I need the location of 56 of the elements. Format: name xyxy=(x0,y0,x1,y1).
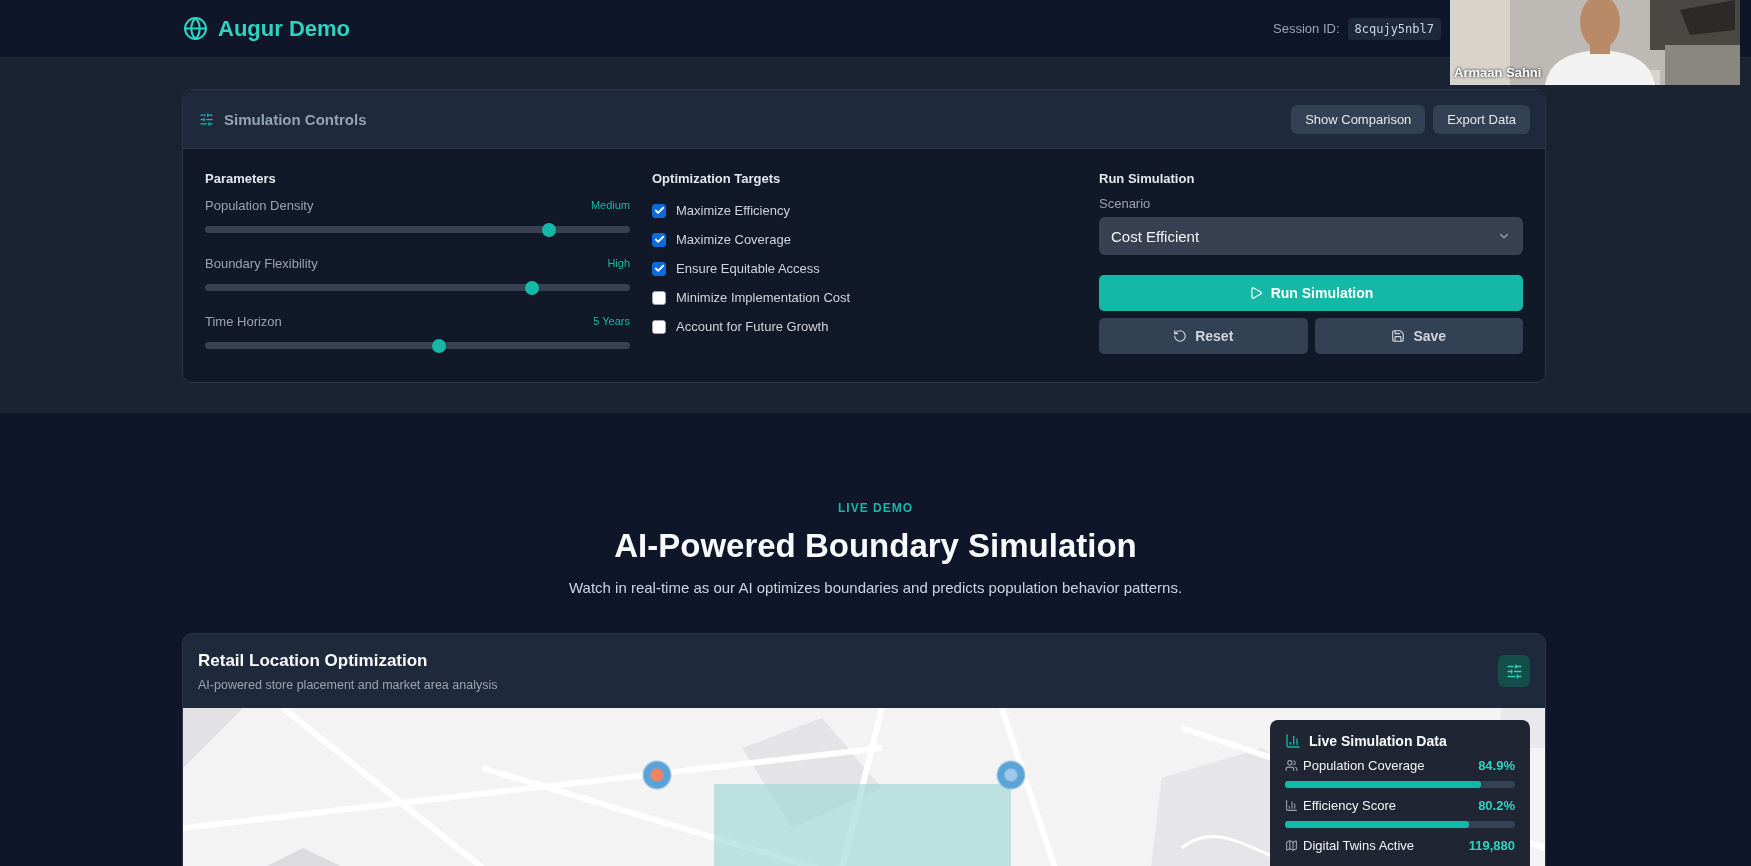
bar-chart-icon xyxy=(1285,733,1301,749)
header-button[interactable]: Show Comparison xyxy=(1291,104,1426,134)
session-label: Session ID: xyxy=(1273,21,1340,36)
card-subtitle: AI-powered store placement and market area analysis xyxy=(198,677,498,692)
checkbox[interactable] xyxy=(652,290,666,305)
section-heading: Run Simulation xyxy=(1099,171,1196,186)
metric-label: Population Coverage xyxy=(1303,758,1425,773)
bar-chart-icon xyxy=(1285,799,1298,812)
slider-reading: High xyxy=(607,257,630,269)
globe-icon xyxy=(183,16,208,41)
slider-label: Population Density xyxy=(205,197,314,213)
card-title: Retail Location Optimization xyxy=(198,650,429,671)
checkbox[interactable] xyxy=(652,261,666,276)
slider-thumb[interactable] xyxy=(525,280,540,295)
sliders-icon xyxy=(199,111,214,127)
sliders-icon xyxy=(1505,662,1523,680)
participant-name: Armaan Sahni xyxy=(1454,65,1542,80)
play-icon xyxy=(1248,286,1263,300)
checkbox-label: Maximize Coverage xyxy=(676,232,791,247)
metric-label: Efficiency Score xyxy=(1303,798,1396,813)
section-heading: Parameters xyxy=(205,171,277,186)
checkbox[interactable] xyxy=(652,319,666,334)
metric-label: Digital Twins Active xyxy=(1303,838,1415,853)
metric-value: 80.2% xyxy=(1478,798,1515,813)
checkbox-label: Account for Future Growth xyxy=(676,319,829,334)
panel-title: Live Simulation Data xyxy=(1309,733,1447,749)
settings-button[interactable] xyxy=(1498,655,1530,687)
header-button[interactable]: Export Data xyxy=(1433,104,1530,134)
field-label: Scenario xyxy=(1099,196,1152,211)
scenario-select[interactable]: Cost Efficient xyxy=(1099,217,1523,255)
slider-label: Time Horizon xyxy=(205,313,282,329)
metric-value: 119,880 xyxy=(1468,838,1515,853)
metric-value: 84.9% xyxy=(1478,758,1515,773)
checkbox-label: Ensure Equitable Access xyxy=(676,261,820,276)
checkbox-label: Minimize Implementation Cost xyxy=(676,290,851,305)
save-button[interactable]: Save xyxy=(1314,318,1523,354)
save-icon xyxy=(1391,329,1406,343)
panel-title: Simulation Controls xyxy=(224,110,367,128)
slider-label: Boundary Flexibility xyxy=(205,255,318,271)
map-icon xyxy=(1285,839,1298,852)
checkbox-label: Maximize Efficiency xyxy=(676,203,790,218)
reset-icon xyxy=(1173,329,1188,343)
slider-reading: 5 Years xyxy=(593,315,630,327)
slider-reading: Medium xyxy=(590,199,630,211)
reset-button[interactable]: Reset xyxy=(1099,318,1308,354)
eyebrow-label: LIVE DEMO xyxy=(838,501,913,515)
checkbox[interactable] xyxy=(652,203,666,218)
section-subtitle: Watch in real-time as our AI optimizes boundaries and predicts population behavior patterns. xyxy=(568,579,1183,596)
slider-thumb[interactable] xyxy=(431,338,446,353)
checkbox[interactable] xyxy=(652,232,666,247)
slider-thumb[interactable] xyxy=(542,222,557,237)
people-icon xyxy=(1285,759,1298,772)
section-heading: Optimization Targets xyxy=(652,171,782,186)
app-logo: Augur Demo xyxy=(218,15,350,42)
section-title: AI-Powered Boundary Simulation xyxy=(614,527,1137,565)
session-id: 8cqujy5nbl7 xyxy=(1347,17,1441,40)
